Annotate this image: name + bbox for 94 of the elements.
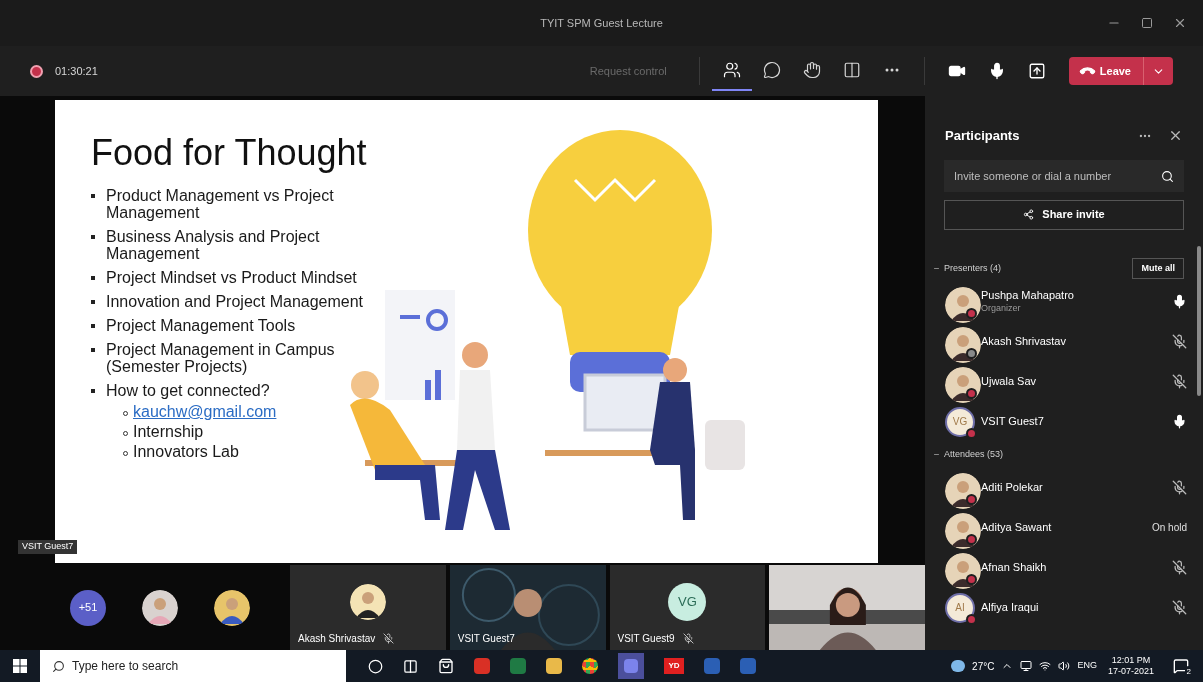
rooms-icon — [842, 61, 861, 79]
bullet-icon — [91, 194, 95, 198]
participant-name[interactable]: Alfiya Iraqui — [981, 600, 1172, 615]
avatar-icon — [945, 512, 981, 549]
chat-icon — [762, 61, 781, 79]
slide-bullet: Innovation and Project Management — [106, 293, 365, 310]
participant-name[interactable]: VSIT Guest7 — [981, 414, 1172, 429]
more-icon — [884, 68, 899, 72]
browser-icon[interactable] — [582, 658, 598, 674]
taskbar-search-field[interactable]: Type here to search — [40, 650, 346, 682]
search-icon — [52, 660, 65, 673]
avatar-icon — [945, 326, 981, 363]
slide-bullet: Project Mindset vs Product Mindset — [106, 269, 358, 286]
muted-icon[interactable] — [1172, 374, 1187, 389]
participant-name[interactable]: Aditya Sawant — [981, 520, 1152, 535]
collapse-icon — [933, 265, 940, 272]
slide-bullet: Project Management Tools — [106, 317, 297, 334]
slide-sub-bullet: Innovators Lab — [133, 443, 239, 461]
muted-icon[interactable] — [1172, 334, 1187, 349]
slide-bullet: Project Management in Campus (Semester Projects) — [106, 341, 336, 375]
participant-role: Organizer — [981, 302, 1022, 314]
avatar-icon — [142, 589, 178, 626]
volume-icon[interactable] — [1058, 660, 1071, 672]
initials-avatar: VG — [945, 406, 975, 437]
share-icon — [1023, 209, 1035, 220]
participant-name: VSIT Guest9 — [617, 632, 675, 646]
participant-name[interactable]: Afnan Shaikh — [981, 560, 1172, 575]
hand-icon — [802, 61, 821, 79]
folder-icon[interactable] — [546, 658, 562, 674]
language-indicator[interactable]: ENG — [1077, 659, 1097, 673]
avatar-icon — [945, 472, 981, 509]
initials-avatar: VG — [668, 582, 707, 621]
collapse-icon — [933, 451, 940, 458]
clock-time[interactable]: 12:01 PM — [1111, 654, 1151, 666]
temperature[interactable]: 27°C — [972, 658, 995, 674]
initials-avatar: AI — [945, 592, 975, 623]
microphone-icon[interactable] — [1172, 414, 1187, 429]
mute-all-button[interactable]: Mute all — [1132, 257, 1184, 280]
avatar-icon — [349, 583, 386, 620]
window-title: TYIT SPM Guest Lecture — [540, 15, 663, 31]
participants-icon — [722, 61, 741, 79]
muted-icon[interactable] — [1172, 560, 1187, 575]
avatar-icon — [214, 589, 250, 626]
close-icon[interactable] — [1173, 16, 1187, 30]
slide-bullet: Product Management vs Project Management — [106, 187, 335, 221]
clock-date[interactable]: 17-07-2021 — [1107, 666, 1154, 678]
spreadsheet-app-icon[interactable] — [510, 658, 526, 674]
participant-name[interactable]: Pushpa Mahapatro — [981, 289, 1172, 303]
network-icon[interactable] — [1020, 660, 1033, 672]
slide-title: Food for Thought — [91, 131, 368, 175]
speaker-label: VSIT Guest7 — [18, 540, 78, 554]
bullet-icon — [91, 348, 95, 352]
participant-name[interactable]: Aditi Polekar — [981, 480, 1172, 495]
search-icon — [1161, 169, 1174, 183]
participant-name[interactable]: Akash Shrivastav — [981, 334, 1172, 349]
app-icon[interactable]: YD — [664, 658, 684, 674]
group-header[interactable]: Presenters (4) — [933, 261, 1133, 276]
teams-icon — [624, 659, 638, 673]
bullet-icon — [91, 300, 95, 304]
avatar-icon — [945, 366, 981, 403]
participant-name[interactable]: Ujwala Sav — [981, 374, 1172, 389]
avatar-icon — [945, 552, 981, 589]
share-invite-button[interactable]: Share invite — [944, 199, 1184, 230]
weather-icon[interactable] — [951, 660, 966, 672]
meeting-timer: 01:30:21 — [55, 63, 98, 79]
microphone-icon[interactable] — [1172, 294, 1187, 309]
more-participants-badge[interactable]: +51 — [70, 589, 106, 626]
task-view-icon[interactable] — [403, 658, 418, 674]
share-screen-icon — [1027, 62, 1046, 80]
start-icon[interactable] — [13, 659, 27, 673]
status-text: On hold — [1151, 521, 1187, 535]
invite-search-field[interactable]: Invite someone or dial a number — [944, 159, 1184, 192]
participant-name: Akash Shrivastav — [298, 632, 376, 646]
slide-bullet: Business Analysis and Project Management — [106, 228, 321, 262]
panel-title: Participants — [945, 127, 1021, 145]
pdf-app-icon[interactable] — [474, 658, 490, 674]
slide-sub-bullet: Internship — [133, 423, 204, 441]
wifi-icon[interactable] — [1039, 660, 1052, 672]
bullet-icon — [91, 235, 95, 239]
bullet-icon — [91, 324, 95, 328]
muted-icon[interactable] — [1172, 480, 1187, 495]
cortana-icon[interactable] — [368, 658, 383, 674]
bullet-icon — [91, 276, 95, 280]
muted-icon[interactable] — [1172, 600, 1187, 615]
slide-bullet: How to get connected? — [106, 382, 271, 399]
bullet-icon — [91, 389, 95, 393]
store-icon[interactable] — [438, 658, 454, 674]
group-header[interactable]: Attendees (53) — [933, 447, 1184, 462]
maximize-icon[interactable] — [1141, 17, 1153, 29]
email-link[interactable]: kauchw@gmail.com — [133, 403, 277, 421]
scrollbar[interactable] — [1197, 246, 1201, 396]
leave-button[interactable]: Leave — [1068, 57, 1173, 85]
avatar-icon — [945, 286, 981, 323]
participant-name: VSIT Guest7 — [457, 632, 515, 646]
